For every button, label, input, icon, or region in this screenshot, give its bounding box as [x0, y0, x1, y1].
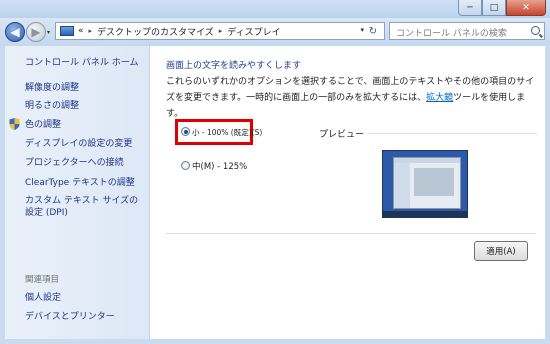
- history-dropdown-icon[interactable]: ▾: [47, 29, 50, 36]
- breadcrumb-overflow[interactable]: «: [78, 26, 84, 36]
- window-frame: ─ □ ✕ ◀ ▶ ▾ « ▸ デスクトップのカスタマイズ ▸ ディスプレイ ▾…: [0, 0, 550, 344]
- close-button[interactable]: ✕: [506, 0, 546, 16]
- search-placeholder: コントロール パネルの検索: [396, 29, 507, 39]
- address-dropdown-icon[interactable]: ▾: [360, 26, 364, 34]
- sidebar-item-custom-dpi[interactable]: カスタム テキスト サイズの設定 (DPI): [25, 195, 147, 219]
- breadcrumb: « ▸ デスクトップのカスタマイズ ▸ ディスプレイ: [78, 25, 281, 38]
- sidebar-item-resolution[interactable]: 解像度の調整: [25, 82, 147, 94]
- main-content: 画面上の文字を読みやすくします これらのいずれかのオプションを選択することで、画…: [150, 46, 545, 339]
- address-bar[interactable]: « ▸ デスクトップのカスタマイズ ▸ ディスプレイ ▾ ↻: [55, 22, 385, 40]
- sidebar-item-devices-printers[interactable]: デバイスとプリンター: [25, 311, 147, 323]
- sidebar-item-cleartype[interactable]: ClearType テキストの調整: [25, 177, 147, 189]
- page-title: 画面上の文字を読みやすくします: [166, 61, 302, 71]
- shield-icon: [9, 118, 20, 130]
- maximize-button[interactable]: □: [482, 0, 506, 16]
- radio-small[interactable]: [181, 127, 190, 136]
- back-button[interactable]: ◀: [5, 22, 25, 42]
- related-heading: 関連項目: [25, 275, 60, 285]
- sidebar: コントロール パネル ホーム 解像度の調整 明るさの調整 色の調整 ディスプレイ…: [5, 46, 150, 339]
- navigation-bar: ◀ ▶ ▾ « ▸ デスクトップのカスタマイズ ▸ ディスプレイ ▾ ↻ コント…: [0, 18, 550, 46]
- preview-label: プレビュー: [319, 130, 365, 140]
- option-medium-label[interactable]: 中(M) - 125%: [192, 160, 247, 172]
- preview-image: [382, 150, 468, 218]
- search-input[interactable]: コントロール パネルの検索: [389, 22, 545, 40]
- search-icon[interactable]: [531, 26, 540, 35]
- magnifier-link[interactable]: 拡大鏡: [426, 93, 453, 103]
- sidebar-item-color[interactable]: 色の調整: [25, 119, 147, 131]
- page-description: これらのいずれかのオプションを選択することで、画面上のテキストやその他の項目のサ…: [166, 74, 541, 122]
- sidebar-item-display-settings[interactable]: ディスプレイの設定の変更: [25, 138, 147, 150]
- preview-divider: [367, 133, 537, 134]
- sidebar-home-link[interactable]: コントロール パネル ホーム: [25, 55, 138, 68]
- breadcrumb-item-display[interactable]: ディスプレイ: [227, 25, 280, 38]
- sidebar-item-brightness[interactable]: 明るさの調整: [25, 100, 147, 112]
- minimize-button[interactable]: ─: [458, 0, 482, 16]
- radio-medium[interactable]: [181, 161, 190, 170]
- sidebar-item-projector[interactable]: プロジェクターへの接続: [25, 157, 147, 169]
- preview-taskbar: [383, 211, 467, 217]
- window-controls: ─ □ ✕: [458, 0, 546, 17]
- apply-button[interactable]: 適用(A): [474, 241, 528, 261]
- refresh-icon[interactable]: ↻: [365, 24, 381, 38]
- sidebar-item-personalize[interactable]: 個人設定: [25, 292, 147, 304]
- breadcrumb-separator-icon[interactable]: ▸: [89, 27, 93, 35]
- preview-window: [393, 157, 461, 209]
- control-panel-icon: [60, 26, 74, 36]
- content-divider: [166, 233, 536, 234]
- breadcrumb-item-customize[interactable]: デスクトップのカスタマイズ: [97, 25, 214, 38]
- title-bar: ─ □ ✕: [0, 0, 550, 18]
- forward-button[interactable]: ▶: [26, 22, 46, 42]
- option-small-label[interactable]: 小 - 100% (既定)(S): [192, 127, 262, 138]
- breadcrumb-separator-icon[interactable]: ▸: [219, 27, 223, 35]
